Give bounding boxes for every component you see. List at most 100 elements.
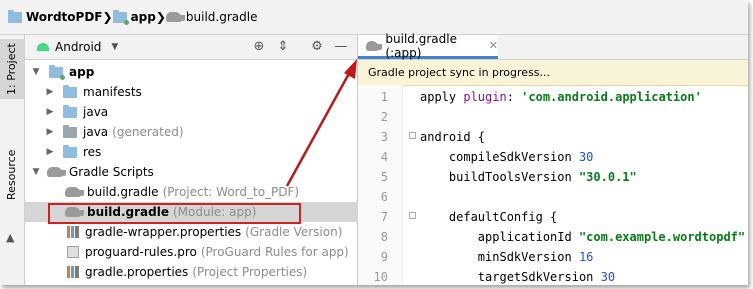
code-token: "com.example.wordtopdf" — [578, 230, 746, 244]
tab-build-gradle-app[interactable]: build.gradle (:app) ✕ — [358, 31, 498, 60]
collapse-all-icon[interactable]: ⇕ — [275, 39, 291, 55]
code-text: targetSdkVersion 30 — [420, 267, 615, 285]
code-token: : — [506, 90, 522, 104]
line-number: 8 — [380, 230, 388, 244]
tree-item-gradle-scripts[interactable]: ▼ Gradle Scripts — [25, 162, 363, 182]
tab-project[interactable]: 1: Project — [0, 39, 24, 99]
code-token: android { — [420, 130, 486, 144]
line-number: 5 — [380, 170, 388, 184]
code-line: 1 apply plugin: 'com.android.application' — [358, 87, 748, 107]
code-token: 30 — [600, 270, 616, 284]
tree-item-label: java — [83, 105, 109, 119]
gradle-icon — [65, 187, 84, 197]
line-number: 7 — [380, 210, 388, 224]
breadcrumb-item-file[interactable]: build.gradle — [165, 10, 257, 24]
gradle-icon — [366, 40, 383, 51]
tree-item-app[interactable]: ▼ app — [25, 62, 363, 82]
view-selector[interactable]: Android ▼ — [37, 40, 118, 54]
tree-item-suffix: (Gradle Version) — [245, 225, 343, 239]
line-number: 9 — [380, 250, 388, 264]
folder-icon — [63, 104, 77, 118]
code-text: buildToolsVersion "30.0.1" — [420, 167, 637, 187]
project-panel-header: Android ▼ ⊕ ⇕ ⚙ — — [25, 35, 357, 60]
tree-item-label: build.gradle — [87, 185, 159, 199]
code-token: minSdkVersion — [420, 250, 579, 264]
file-icon — [67, 246, 79, 258]
tree-item-java-generated[interactable]: ▶ java (generated) — [25, 122, 377, 142]
line-number: 10 — [373, 270, 388, 284]
properties-icon — [67, 226, 79, 238]
tree-item-manifests[interactable]: ▶ manifests — [25, 82, 377, 102]
gear-icon[interactable]: ⚙ — [309, 39, 325, 55]
chevron-right-icon: ❯ — [102, 10, 113, 24]
tree-item-proguard-rules[interactable]: proguard-rules.pro (ProGuard Rules for a… — [25, 242, 399, 262]
folder-icon — [63, 84, 77, 98]
code-line: 2 — [358, 107, 748, 127]
code-token: plugin — [463, 90, 507, 104]
fold-marker-icon[interactable] — [409, 212, 416, 219]
tree-item-label: app — [69, 65, 95, 79]
code-token: 30 — [578, 150, 594, 164]
code-token: applicationId — [420, 230, 579, 244]
android-icon — [37, 43, 49, 51]
chevron-right-icon: ▶ — [46, 107, 54, 117]
tree-item-gradle-properties[interactable]: gradle.properties (Project Properties) — [25, 262, 399, 282]
breadcrumb-label: WordtoPDF — [26, 10, 103, 24]
minimize-icon[interactable]: — — [333, 39, 349, 55]
editor-area: build.gradle (:app) ✕ Gradle project syn… — [358, 31, 748, 285]
tab-label: build.gradle (:app) — [385, 31, 457, 60]
chevron-down-icon: ▼ — [32, 67, 40, 77]
code-token: buildToolsVersion — [420, 170, 579, 184]
code-text: applicationId "com.example.wordtopdf" — [420, 227, 745, 247]
code-token: 16 — [578, 250, 594, 264]
res-folder-icon — [63, 144, 77, 158]
chevron-right-icon: ▶ — [46, 147, 54, 157]
fold-marker-icon[interactable] — [409, 132, 416, 139]
code-token: targetSdkVersion — [420, 270, 601, 284]
line-number: 2 — [380, 110, 388, 124]
code-line: 6 — [358, 187, 748, 207]
code-token: "30.0.1" — [578, 170, 637, 184]
code-line: 4 compileSdkVersion 30 — [358, 147, 748, 167]
resource-manager-icon: ▲ — [6, 231, 15, 244]
code-text: defaultConfig { — [420, 207, 557, 227]
tree-item-label: gradle.properties — [85, 265, 189, 279]
locate-icon[interactable]: ⊕ — [251, 39, 267, 55]
ide-window: WordtoPDF ❯ app ❯ build.gradle 1: Projec… — [0, 0, 748, 285]
tree-item-suffix: (Project: Word_to_PDF) — [162, 185, 300, 199]
tree-item-gradle-wrapper[interactable]: gradle-wrapper.properties (Gradle Versio… — [25, 222, 399, 242]
tab-resource-manager[interactable]: Resource Manager — [0, 125, 42, 225]
breadcrumb-item-project[interactable]: WordtoPDF — [8, 9, 103, 24]
code-token: compileSdkVersion — [420, 150, 579, 164]
code-line: 7 defaultConfig { — [358, 207, 748, 227]
tree-item-suffix: (generated) — [112, 125, 184, 139]
view-selector-label: Android — [55, 40, 102, 54]
properties-icon — [67, 266, 79, 278]
code-token: defaultConfig { — [420, 210, 558, 224]
close-icon[interactable]: ✕ — [489, 39, 498, 52]
tree-item-res[interactable]: ▶ res — [25, 142, 377, 162]
line-number: 3 — [380, 130, 388, 144]
code-token: apply — [420, 90, 464, 104]
editor-tab-bar: build.gradle (:app) ✕ — [358, 31, 748, 60]
chevron-down-icon: ▼ — [111, 42, 119, 52]
code-editor[interactable]: 1 apply plugin: 'com.android.application'… — [358, 85, 748, 285]
breadcrumb-item-module[interactable]: app — [112, 9, 156, 25]
tool-window-strip: 1: Project Resource Manager ▲ — [0, 35, 42, 285]
tree-item-label: Gradle Scripts — [69, 165, 154, 179]
project-panel: Android ▼ ⊕ ⇕ ⚙ — ▼ app ▶ manifests ▶ ja… — [25, 35, 397, 285]
tree-item-suffix: (Project Properties) — [192, 265, 308, 279]
tree-item-label: proguard-rules.pro — [85, 245, 197, 259]
tab-project-label: 1: Project — [5, 43, 18, 95]
tree-item-label: gradle-wrapper.properties — [85, 225, 242, 239]
tree-item-label: java — [83, 125, 109, 139]
line-number: 6 — [380, 190, 388, 204]
line-number: 1 — [380, 90, 388, 104]
code-line: 10 targetSdkVersion 30 — [358, 267, 748, 285]
tree-item-java[interactable]: ▶ java — [25, 102, 377, 122]
tree-item-label: res — [83, 145, 102, 159]
gradle-icon — [165, 12, 185, 22]
code-token: 'com.android.application' — [521, 90, 702, 104]
tree-item-build-gradle-project[interactable]: build.gradle (Project: Word_to_PDF) — [25, 182, 397, 202]
tree-item-suffix: (ProGuard Rules for app) — [200, 245, 349, 259]
